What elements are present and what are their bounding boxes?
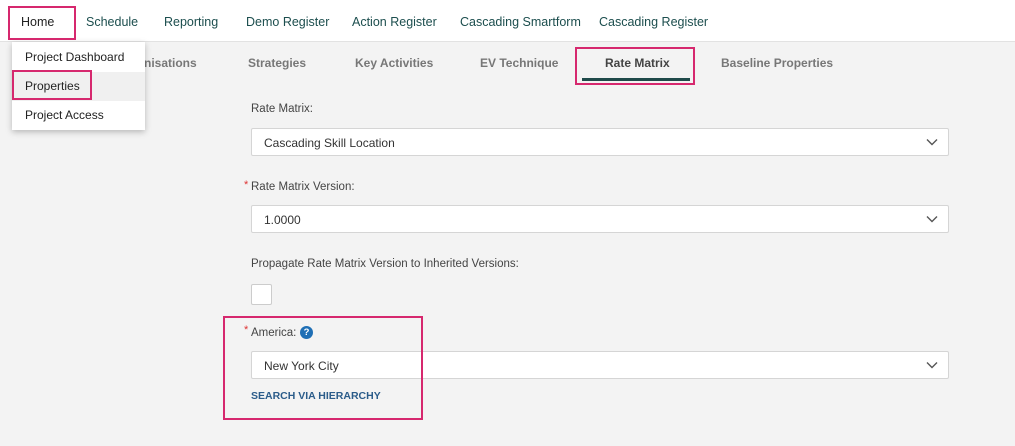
tab-ev-technique[interactable]: EV Technique bbox=[480, 56, 558, 70]
required-marker: * bbox=[244, 179, 249, 191]
rate-matrix-label: Rate Matrix: bbox=[251, 103, 313, 115]
nav-cascading-smartform[interactable]: Cascading Smartform bbox=[460, 0, 581, 42]
active-tab-indicator bbox=[582, 78, 690, 81]
propagate-label: Propagate Rate Matrix Version to Inherit… bbox=[251, 258, 519, 270]
chevron-down-icon bbox=[926, 216, 938, 223]
propagate-checkbox[interactable] bbox=[251, 284, 272, 305]
nav-action-register[interactable]: Action Register bbox=[352, 0, 437, 42]
menu-item-project-dashboard[interactable]: Project Dashboard bbox=[12, 43, 145, 72]
tab-baseline-properties[interactable]: Baseline Properties bbox=[721, 56, 833, 70]
menu-item-project-access[interactable]: Project Access bbox=[12, 101, 145, 130]
chevron-down-icon bbox=[926, 362, 938, 369]
top-navigation: Home Schedule Reporting Demo Register Ac… bbox=[0, 0, 1015, 42]
nav-schedule[interactable]: Schedule bbox=[86, 0, 138, 42]
home-dropdown-menu: Project Dashboard Properties Project Acc… bbox=[12, 42, 145, 130]
help-icon[interactable]: ? bbox=[300, 326, 313, 339]
america-select[interactable]: New York City bbox=[251, 351, 949, 379]
chevron-down-icon bbox=[926, 139, 938, 146]
nav-reporting[interactable]: Reporting bbox=[164, 0, 218, 42]
rate-matrix-version-value: 1.0000 bbox=[264, 213, 301, 227]
tab-rate-matrix[interactable]: Rate Matrix bbox=[605, 56, 670, 70]
rate-matrix-version-label: Rate Matrix Version: bbox=[251, 181, 355, 193]
nav-home[interactable]: Home bbox=[21, 0, 54, 42]
america-label: America: bbox=[251, 327, 297, 339]
america-value: New York City bbox=[264, 359, 339, 373]
required-marker: * bbox=[244, 324, 249, 336]
nav-demo-register[interactable]: Demo Register bbox=[246, 0, 329, 42]
rate-matrix-value: Cascading Skill Location bbox=[264, 136, 395, 150]
rate-matrix-select[interactable]: Cascading Skill Location bbox=[251, 128, 949, 156]
nav-cascading-register[interactable]: Cascading Register bbox=[599, 0, 708, 42]
search-via-hierarchy-link[interactable]: SEARCH VIA HIERARCHY bbox=[251, 390, 381, 402]
tab-key-activities[interactable]: Key Activities bbox=[355, 56, 433, 70]
rate-matrix-version-select[interactable]: 1.0000 bbox=[251, 205, 949, 233]
tab-strategies[interactable]: Strategies bbox=[248, 56, 306, 70]
tab-organisations[interactable]: nisations bbox=[144, 56, 197, 70]
menu-item-properties[interactable]: Properties bbox=[12, 72, 145, 101]
